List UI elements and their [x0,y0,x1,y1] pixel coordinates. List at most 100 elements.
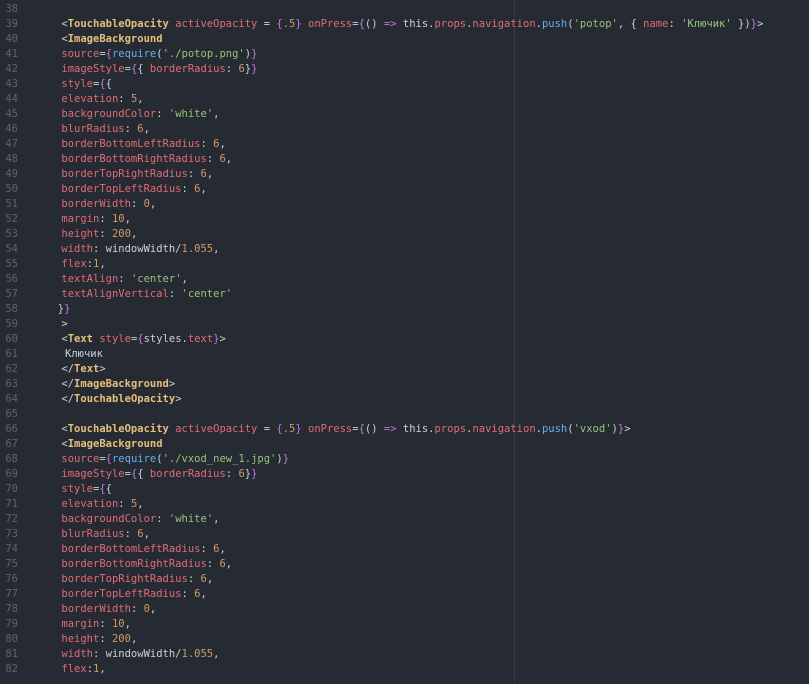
code-line[interactable]: 82 flex:1, [0,662,809,677]
code-line[interactable]: 61 Ключик [0,347,809,362]
line-number: 71 [5,498,18,510]
code-line[interactable]: 77 borderTopLeftRadius: 6, [0,587,809,602]
code-line[interactable]: 43 style={{ [0,77,809,92]
line-number: 81 [5,648,18,660]
code-token: : [99,213,112,225]
code-line[interactable]: 73 blurRadius: 6, [0,527,809,542]
code-line[interactable]: 50 borderTopLeftRadius: 6, [0,182,809,197]
code-line[interactable]: 66 <TouchableOpacity activeOpacity = {.5}… [0,422,809,437]
code-token: borderBottomLeftRadius [61,138,201,150]
line-number: 38 [5,3,18,15]
code-line[interactable]: 53 height: 200, [0,227,809,242]
code-text: width: windowWidth/1.055, [61,242,219,257]
code-token: require [111,453,157,465]
code-line[interactable]: 57 textAlignVertical: 'center' [0,287,809,302]
code-line[interactable]: 42 imageStyle={{ borderRadius: 6}} [0,62,809,77]
code-text: blurRadius: 6, [61,527,150,542]
code-line[interactable]: 65 [0,407,809,422]
code-token: </ [61,393,75,405]
code-line[interactable]: 76 borderTopRightRadius: 6, [0,572,809,587]
code-line[interactable]: 74 borderBottomLeftRadius: 6, [0,542,809,557]
code-token: 'white' [168,513,214,525]
code-token: => [383,18,397,30]
code-editor[interactable]: 38 39 <TouchableOpacity activeOpacity = {.… [0,0,809,684]
code-line[interactable]: 54 width: windowWidth/1.055, [0,242,809,257]
code-line[interactable]: 60 <Text style={styles.text}> [0,332,809,347]
code-token: : [118,93,131,105]
code-line[interactable]: 71 elevation: 5, [0,497,809,512]
code-token: , [149,198,157,210]
code-token: onPress [308,18,353,30]
line-number: 73 [5,528,18,540]
code-token: props [434,423,467,435]
code-token: : [225,468,239,480]
code-line[interactable]: 38 [0,2,809,17]
code-text: source={require('./vxod_new_1.jpg')} [61,452,289,467]
code-token: = [257,18,277,30]
code-token: borderBottomRightRadius [61,153,207,165]
line-number: 70 [5,483,18,495]
code-token: props [434,18,467,30]
line-number: 46 [5,123,18,135]
code-line[interactable]: 75 borderBottomRightRadius: 6, [0,557,809,572]
code-line[interactable]: 45 backgroundColor: 'white', [0,107,809,122]
code-token: : [206,558,220,570]
code-line[interactable]: 69 imageStyle={{ borderRadius: 6}} [0,467,809,482]
code-token: Ключик [65,348,103,360]
code-token: borderWidth [61,603,131,615]
line-number: 57 [5,288,18,300]
code-line[interactable]: 40 <ImageBackground [0,32,809,47]
line-number: 55 [5,258,18,270]
line-number: 66 [5,423,18,435]
line-number: 74 [5,543,18,555]
code-token: 'potop' [573,18,618,30]
code-token: backgroundColor [61,513,157,525]
code-token: }) [731,18,751,30]
code-line[interactable]: 63 </ImageBackground> [0,377,809,392]
code-line[interactable]: 70 style={{ [0,482,809,497]
code-line[interactable]: 41 source={require('./potop.png')} [0,47,809,62]
line-number: 44 [5,93,18,105]
code-token: backgroundColor [61,108,157,120]
code-token: , { [617,18,644,30]
code-line[interactable]: 59 > [0,317,809,332]
code-line[interactable]: 79 margin: 10, [0,617,809,632]
code-line[interactable]: 72 backgroundColor: 'white', [0,512,809,527]
code-line[interactable]: 47 borderBottomLeftRadius: 6, [0,137,809,152]
code-line[interactable]: 49 borderTopRightRadius: 6, [0,167,809,182]
code-line[interactable]: 62 </Text> [0,362,809,377]
code-line[interactable]: 64 </TouchableOpacity> [0,392,809,407]
code-token: } [251,63,258,75]
line-number: 79 [5,618,18,630]
code-token: 'vxod' [573,423,612,435]
code-line[interactable]: 68 source={require('./vxod_new_1.jpg')} [0,452,809,467]
code-line[interactable]: 56 textAlign: 'center', [0,272,809,287]
code-line[interactable]: 52 margin: 10, [0,212,809,227]
code-text: borderWidth: 0, [61,197,156,212]
code-line[interactable]: 39 <TouchableOpacity activeOpacity = {.5}… [0,17,809,32]
code-line[interactable]: 67 <ImageBackground [0,437,809,452]
code-line[interactable]: 51 borderWidth: 0, [0,197,809,212]
code-token: borderTopRightRadius [61,168,188,180]
code-line[interactable]: 81 width: windowWidth/1.055, [0,647,809,662]
code-line[interactable]: 46 blurRadius: 6, [0,122,809,137]
code-token: activeOpacity [175,18,258,30]
code-token: activeOpacity [175,423,258,435]
code-line[interactable]: 48 borderBottomRightRadius: 6, [0,152,809,167]
code-token: , [213,243,220,255]
code-token: width [61,648,93,660]
code-line[interactable]: 44 elevation: 5, [0,92,809,107]
code-text: </Text> [61,362,105,377]
code-token: Text [74,363,100,375]
code-token: = [257,423,277,435]
code-token: 200 [111,633,131,645]
code-line[interactable]: 58}} [0,302,809,317]
code-line[interactable]: 78 borderWidth: 0, [0,602,809,617]
code-token: : [668,18,682,30]
code-token: </ [61,363,75,375]
code-token: , [130,633,138,645]
line-number: 80 [5,633,18,645]
code-line[interactable]: 55 flex:1, [0,257,809,272]
line-number: 45 [5,108,18,120]
code-line[interactable]: 80 height: 200, [0,632,809,647]
